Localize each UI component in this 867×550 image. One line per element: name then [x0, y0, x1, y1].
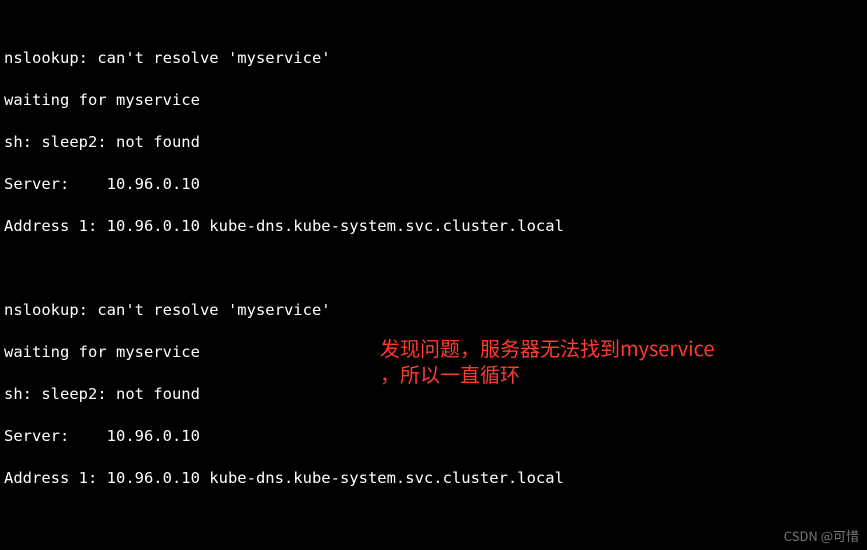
- log-line: sh: sleep2: not found: [4, 132, 863, 153]
- terminal-window[interactable]: nslookup: can't resolve 'myservice' wait…: [0, 0, 867, 550]
- log-line: waiting for myservice: [4, 90, 863, 111]
- annotation-line-2: ，所以一直循环: [380, 361, 850, 387]
- annotation-callout: 发现问题，服务器无法找到myservice ，所以一直循环: [380, 335, 850, 387]
- watermark: CSDN @可惜: [784, 525, 859, 546]
- log-line: nslookup: can't resolve 'myservice': [4, 48, 863, 69]
- log-line: nslookup: can't resolve 'myservice': [4, 300, 863, 321]
- log-line: Server: 10.96.0.10: [4, 174, 863, 195]
- blank-line: [4, 510, 863, 531]
- log-line: Address 1: 10.96.0.10 kube-dns.kube-syst…: [4, 468, 863, 489]
- log-line: Address 1: 10.96.0.10 kube-dns.kube-syst…: [4, 216, 863, 237]
- annotation-line-1: 发现问题，服务器无法找到myservice: [380, 335, 850, 361]
- log-line: Server: 10.96.0.10: [4, 426, 863, 447]
- blank-line: [4, 258, 863, 279]
